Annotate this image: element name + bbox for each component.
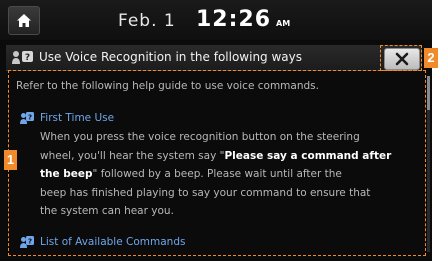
body-line: When you press the voice recognition but… bbox=[40, 131, 360, 143]
home-button[interactable] bbox=[8, 6, 40, 35]
infotainment-screen: Feb. 1 12:26 AM ? Use Voice Recognition … bbox=[0, 0, 432, 261]
help-icon: ? bbox=[20, 112, 34, 124]
scrollbar-thumb[interactable] bbox=[427, 76, 430, 110]
ampm-indicator: AM bbox=[276, 19, 291, 28]
close-button-callout-outline bbox=[380, 45, 422, 71]
date-display: Feb. 1 bbox=[118, 11, 176, 31]
time-display: 12:26 bbox=[196, 7, 272, 32]
svg-text:?: ? bbox=[28, 114, 32, 122]
section-title-first-time-use[interactable]: First Time Use bbox=[40, 112, 114, 124]
help-content-area[interactable] bbox=[8, 70, 426, 256]
body-line: the system can hear you. bbox=[40, 205, 174, 217]
home-icon bbox=[17, 14, 31, 27]
voice-help-icon: ? bbox=[12, 51, 33, 64]
callout-badge-1: 1 bbox=[4, 150, 17, 170]
body-line: the beep" followed by a beep. Please wai… bbox=[40, 168, 342, 180]
callout-badge-2: 2 bbox=[424, 48, 438, 68]
body-line: wheel, you'll hear the system say "Pleas… bbox=[40, 150, 392, 162]
svg-text:?: ? bbox=[28, 238, 32, 246]
dialog-title: Use Voice Recognition in the following w… bbox=[39, 50, 303, 64]
body-line: beep has finished playing to say your co… bbox=[40, 187, 371, 199]
intro-text: Refer to the following help guide to use… bbox=[16, 80, 319, 92]
help-icon: ? bbox=[20, 236, 34, 248]
section-title-available-commands[interactable]: List of Available Commands bbox=[40, 236, 185, 248]
svg-text:?: ? bbox=[25, 53, 30, 63]
status-bar: Feb. 1 12:26 AM bbox=[0, 0, 432, 40]
dialog-header: ? Use Voice Recognition in the following… bbox=[6, 45, 422, 71]
